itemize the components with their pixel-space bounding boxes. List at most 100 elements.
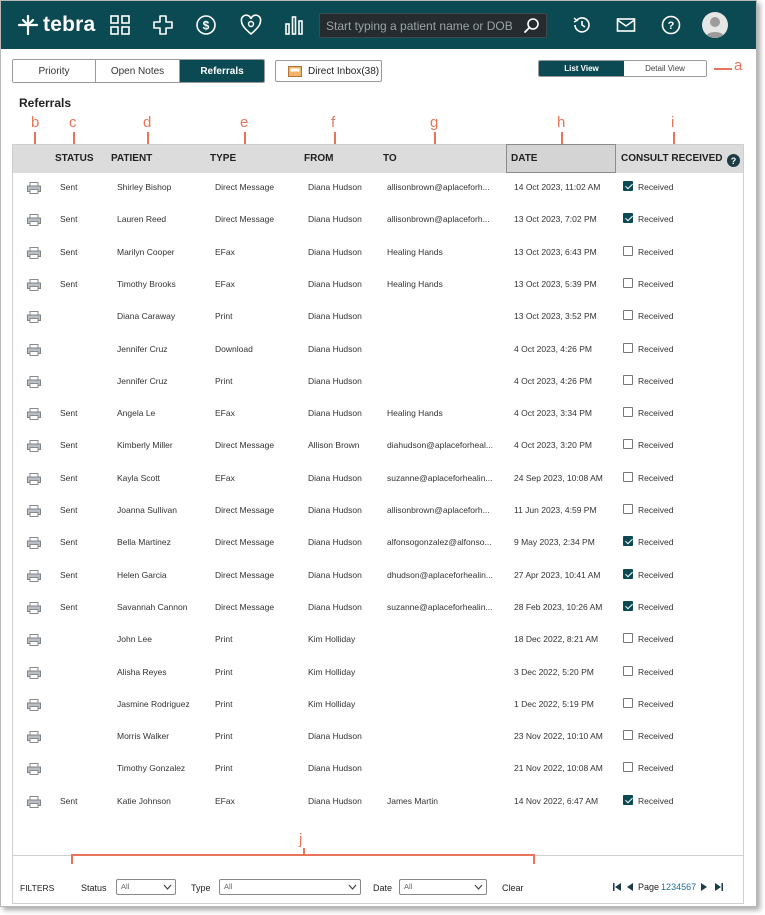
consult-received-checkbox[interactable]	[623, 504, 633, 514]
patient-cell[interactable]: Jasmine Rodriguez	[117, 699, 209, 709]
printer-icon[interactable]	[27, 343, 41, 356]
table-row[interactable]: Sent Shirley Bishop Direct Message Diana Hu…	[13, 173, 743, 205]
consult-received-checkbox[interactable]	[623, 181, 633, 191]
patient-cell[interactable]: Timothy Brooks	[117, 279, 209, 289]
table-row[interactable]: Morris Walker Print Diana Hudson 23 Nov 202…	[13, 722, 743, 754]
patient-cell[interactable]: Joanna Sullivan	[117, 505, 209, 515]
table-row[interactable]: Sent Lauren Reed Direct Message Diana Hudso…	[13, 205, 743, 237]
printer-icon[interactable]	[27, 440, 41, 453]
consult-received-checkbox[interactable]	[623, 600, 633, 611]
consult-received-checkbox[interactable]	[623, 794, 633, 805]
consult-received-checkbox[interactable]	[623, 213, 633, 224]
consult-received-checkbox[interactable]	[623, 277, 633, 288]
table-row[interactable]: John Lee Print Kim Holliday 18 Dec 2022, 8:…	[13, 625, 743, 657]
detail-view-button[interactable]: Detail View	[624, 61, 706, 76]
tab-open-notes[interactable]: Open Notes	[96, 60, 180, 82]
printer-icon[interactable]	[27, 246, 41, 259]
printer-icon[interactable]	[27, 278, 41, 291]
column-header-to[interactable]: TO	[383, 153, 397, 164]
printer-icon[interactable]	[27, 375, 41, 388]
tab-referrals[interactable]: Referrals	[180, 60, 264, 82]
table-row[interactable]: Sent Angela Le EFax Diana Hudson Healing Han…	[13, 399, 743, 431]
consult-received-checkbox[interactable]	[623, 342, 633, 353]
patient-cell[interactable]: Morris Walker	[117, 731, 209, 741]
consult-received-checkbox[interactable]	[623, 407, 633, 418]
search-icon[interactable]	[523, 17, 540, 34]
table-row[interactable]: Alisha Reyes Print Kim Holliday 3 Dec 2022,…	[13, 658, 743, 690]
patient-cell[interactable]: Jennifer Cruz	[117, 344, 209, 354]
patient-cell[interactable]: Bella Martinez	[117, 537, 209, 547]
patient-cell[interactable]: Savannah Cannon	[117, 602, 209, 612]
list-view-button[interactable]: List View	[539, 61, 624, 76]
prev-page-icon[interactable]	[626, 883, 634, 891]
printer-icon[interactable]	[27, 666, 41, 679]
printer-icon[interactable]	[27, 601, 41, 614]
clear-filters-link[interactable]: Clear	[502, 883, 524, 893]
printer-icon[interactable]	[27, 795, 41, 808]
grid-icon[interactable]	[109, 14, 131, 36]
patient-cell[interactable]: Alisha Reyes	[117, 667, 209, 677]
consult-received-checkbox[interactable]	[623, 439, 633, 450]
bar-chart-icon[interactable]	[283, 14, 305, 36]
patient-cell[interactable]: John Lee	[117, 634, 209, 644]
patient-cell[interactable]: Kayla Scott	[117, 473, 209, 483]
consult-received-checkbox[interactable]	[623, 374, 633, 385]
consult-help-icon[interactable]: ?	[727, 154, 740, 167]
printer-icon[interactable]	[27, 505, 41, 517]
table-row[interactable]: Sent Timothy Brooks EFax Diana Hudson Healin…	[13, 270, 743, 302]
consult-received-checkbox[interactable]	[623, 568, 633, 579]
dollar-icon[interactable]: $	[195, 14, 217, 36]
last-page-icon[interactable]	[714, 883, 724, 891]
printer-icon[interactable]	[27, 763, 41, 776]
help-circle-icon[interactable]: ?	[660, 14, 682, 36]
column-header-type[interactable]: TYPE	[210, 153, 236, 164]
printer-icon[interactable]	[27, 731, 41, 744]
date-filter-select[interactable]: All	[399, 879, 487, 895]
patient-cell[interactable]: Diana Caraway	[117, 311, 209, 321]
patient-cell[interactable]: Lauren Reed	[117, 214, 209, 224]
consult-received-checkbox[interactable]	[623, 245, 633, 256]
column-header-patient[interactable]: PATIENT	[111, 153, 152, 164]
table-row[interactable]: Sent Savannah Cannon Direct Message Diana H…	[13, 593, 743, 625]
table-row[interactable]: Sent Bella Martinez Direct Message Diana Hu…	[13, 528, 743, 560]
consult-received-checkbox[interactable]	[623, 536, 633, 547]
tebra-logo[interactable]: tebra	[17, 13, 95, 37]
patient-cell[interactable]: Helen Garcia	[117, 570, 209, 580]
consult-received-checkbox[interactable]	[623, 762, 633, 773]
consult-received-checkbox[interactable]	[623, 730, 633, 741]
printer-icon[interactable]	[27, 311, 41, 324]
printer-icon[interactable]	[27, 537, 41, 550]
table-row[interactable]: Jennifer Cruz Print Diana Hudson 4 Oct 2023…	[13, 367, 743, 399]
table-row[interactable]: Diana Caraway Print Diana Hudson 13 Oct 202…	[13, 302, 743, 334]
consult-received-checkbox[interactable]	[623, 697, 633, 708]
status-filter-select[interactable]: All	[116, 879, 176, 895]
next-page-icon[interactable]	[700, 883, 708, 891]
history-icon[interactable]	[571, 14, 593, 36]
patient-search[interactable]	[319, 13, 547, 38]
column-header-consult-received[interactable]: CONSULT RECEIVED	[621, 153, 723, 164]
printer-icon[interactable]	[27, 408, 41, 421]
heart-icon[interactable]	[240, 14, 262, 36]
patient-cell[interactable]: Timothy Gonzalez	[117, 763, 209, 773]
patient-cell[interactable]: Shirley Bishop	[117, 182, 209, 192]
table-row[interactable]: Sent Kayla Scott EFax Diana Hudson suzanne@a…	[13, 464, 743, 496]
consult-received-checkbox[interactable]	[623, 633, 633, 644]
consult-received-checkbox[interactable]	[623, 310, 633, 321]
search-input[interactable]	[320, 14, 520, 37]
table-row[interactable]: Sent Katie Johnson EFax Diana Hudson James M…	[13, 787, 743, 819]
first-page-icon[interactable]	[613, 883, 622, 891]
patient-cell[interactable]: Marilyn Cooper	[117, 247, 209, 257]
printer-icon[interactable]	[27, 214, 41, 227]
column-header-status[interactable]: STATUS	[55, 153, 94, 164]
printer-icon[interactable]	[27, 182, 41, 194]
column-header-from[interactable]: FROM	[304, 153, 333, 164]
table-row[interactable]: Sent Joanna Sullivan Direct Message Diana H…	[13, 496, 743, 528]
patient-cell[interactable]: Angela Le	[117, 408, 209, 418]
printer-icon[interactable]	[27, 698, 41, 711]
printer-icon[interactable]	[27, 569, 41, 582]
table-row[interactable]: Jennifer Cruz Download Diana Hudson 4 Oct 2…	[13, 335, 743, 367]
plus-icon[interactable]	[152, 14, 174, 36]
table-row[interactable]: Sent Marilyn Cooper EFax Diana Hudson Healin…	[13, 238, 743, 270]
consult-received-checkbox[interactable]	[623, 665, 633, 676]
patient-cell[interactable]: Katie Johnson	[117, 796, 209, 806]
